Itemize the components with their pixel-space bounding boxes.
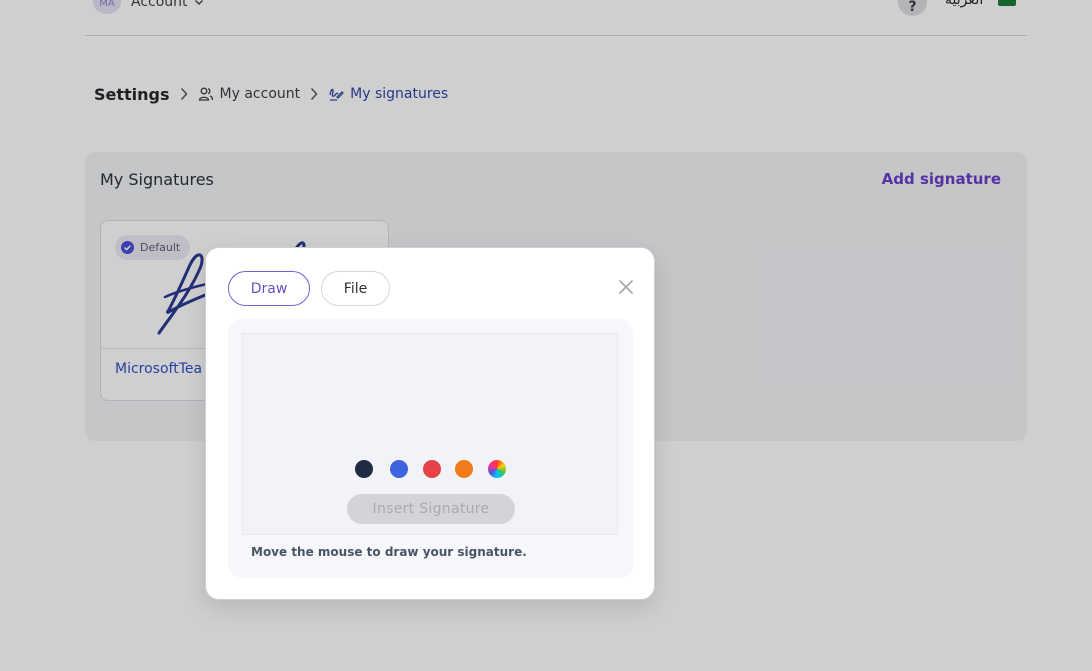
close-button[interactable] [617, 278, 635, 296]
color-swatch-orange[interactable] [455, 460, 473, 478]
close-icon [619, 280, 633, 294]
color-swatch-red[interactable] [423, 460, 441, 478]
color-swatch-dark[interactable] [355, 460, 373, 478]
signature-modal: Draw File Insert Signature Move the mous… [205, 247, 655, 600]
color-swatch-multicolor[interactable] [488, 460, 506, 478]
signature-canvas[interactable]: Insert Signature [242, 333, 618, 535]
color-swatch-blue[interactable] [390, 460, 408, 478]
draw-panel: Insert Signature Move the mouse to draw … [228, 319, 633, 578]
tab-file[interactable]: File [321, 271, 390, 306]
insert-signature-button[interactable]: Insert Signature [347, 494, 515, 524]
draw-hint: Move the mouse to draw your signature. [251, 545, 527, 559]
tab-draw[interactable]: Draw [228, 271, 310, 306]
